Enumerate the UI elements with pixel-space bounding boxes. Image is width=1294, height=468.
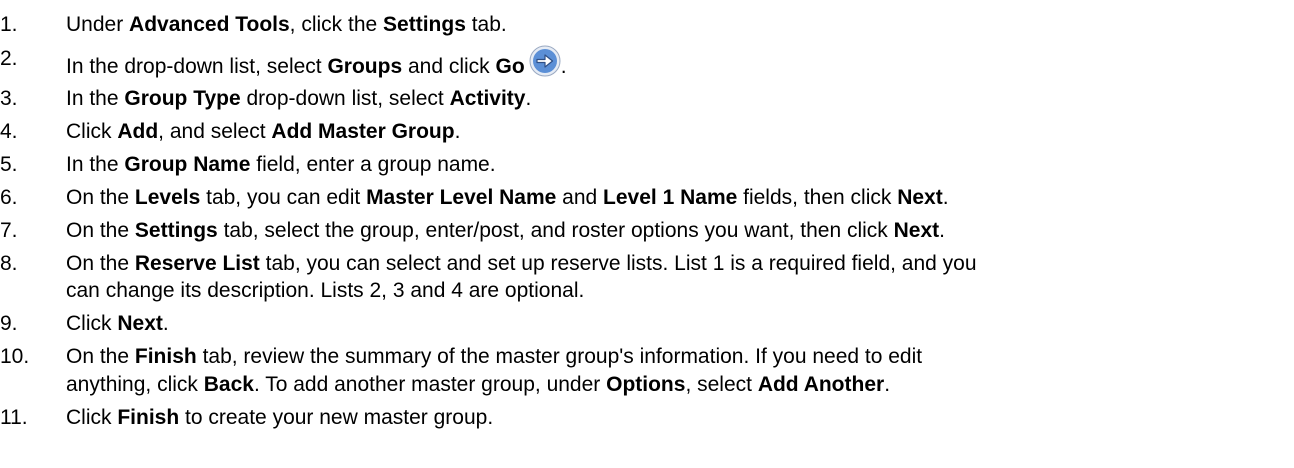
bold-term: Master Level Name	[366, 186, 557, 210]
bold-term: Options	[606, 372, 686, 396]
step-5: 5. In the Group Name field, enter a group…	[0, 151, 1294, 179]
text-run: On the	[66, 186, 135, 210]
text-run: .	[525, 87, 532, 111]
text-run: In the	[66, 153, 125, 177]
bold-term: Next	[117, 312, 163, 336]
bold-term: Groups	[327, 54, 403, 78]
bold-term: Settings	[134, 218, 218, 242]
bold-term: Go	[495, 54, 525, 78]
text-run: and	[556, 186, 604, 210]
text-run: , select	[685, 372, 758, 396]
text-run: tab, review the summary of the master gr…	[196, 345, 923, 369]
text-run: field, enter a group name.	[250, 153, 496, 177]
text-run: tab, select the group, enter/post, and r…	[217, 218, 894, 242]
instruction-steps-list: 1. Under Advanced Tools, click the Settin…	[0, 0, 1294, 431]
text-run: On the	[66, 345, 135, 369]
step-number: 4.	[0, 120, 18, 144]
text-run: On the	[66, 251, 135, 275]
bold-term: Add Another	[757, 372, 885, 396]
text-run: to create your new master group.	[179, 405, 494, 429]
bold-term: Next	[893, 218, 940, 242]
step-number: 3.	[0, 87, 18, 111]
step-10: 10. On the Finish tab, review the summary…	[0, 343, 1294, 398]
step-text: On the Reserve List tab, you can select …	[66, 252, 977, 303]
step-text: Click Next.	[66, 312, 169, 335]
step-number: 7.	[0, 218, 18, 242]
text-run: Click	[66, 120, 118, 144]
bold-term: Group Name	[124, 153, 251, 177]
text-run: fields, then click	[737, 186, 898, 210]
step-text: On the Finish tab, review the summary of…	[66, 345, 922, 396]
text-run: In the	[66, 87, 125, 111]
step-2: 2. In the drop-down list, select Groups a…	[0, 45, 1294, 81]
bold-term: Levels	[134, 186, 201, 210]
text-run: , and select	[158, 120, 272, 144]
step-number: 9.	[0, 312, 18, 336]
step-number: 5.	[0, 153, 18, 177]
text-run: Under	[66, 13, 130, 36]
step-11: 11. Click Finish to create your new maste…	[0, 404, 1294, 432]
text-run: and click	[402, 54, 496, 78]
step-text: In the Group Name field, enter a group n…	[66, 153, 496, 176]
bold-term: Activity	[449, 87, 526, 111]
step-number: 2.	[0, 46, 18, 70]
text-run: can change its description. Lists 2, 3 a…	[66, 279, 585, 303]
step-number: 8.	[0, 251, 18, 275]
text-run: .	[884, 372, 891, 396]
step-6: 6. On the Levels tab, you can edit Master…	[0, 184, 1294, 212]
step-8: 8. On the Reserve List tab, you can selec…	[0, 250, 1294, 305]
text-run: Click	[66, 312, 118, 336]
step-text: On the Levels tab, you can edit Master L…	[66, 186, 949, 209]
bold-term: Level 1 Name	[603, 186, 738, 210]
step-text: In the drop-down list, select Groups and…	[66, 45, 567, 78]
text-run: .	[162, 312, 169, 336]
text-run: On the	[66, 218, 135, 242]
bold-term: Finish	[134, 345, 197, 369]
step-3: 3. In the Group Type drop-down list, sele…	[0, 85, 1294, 113]
bold-term: Advanced Tools	[129, 13, 290, 36]
bold-term: Settings	[383, 13, 466, 36]
step-number: 6.	[0, 186, 18, 210]
bold-term: Group Type	[124, 87, 241, 111]
bold-term: Next	[897, 186, 943, 210]
bold-term: Back	[203, 372, 254, 396]
step-1: 1. Under Advanced Tools, click the Settin…	[0, 11, 1294, 39]
bold-term: Add Master Group	[271, 120, 455, 144]
step-text: Click Add, and select Add Master Group.	[66, 120, 460, 143]
bold-term: Reserve List	[134, 251, 260, 275]
step-text: Under Advanced Tools, click the Settings…	[66, 13, 507, 36]
bold-term: Finish	[117, 405, 180, 429]
step-number: 11.	[0, 405, 28, 429]
step-4: 4. Click Add, and select Add Master Group…	[0, 118, 1294, 146]
text-run: , click the	[289, 13, 384, 36]
step-text: On the Settings tab, select the group, e…	[66, 219, 945, 242]
text-run: .	[560, 54, 567, 78]
text-run: In the drop-down list, select	[66, 54, 328, 78]
text-run: .	[942, 186, 949, 210]
step-number: 1.	[0, 13, 18, 36]
text-run: tab, you can select and set up reserve l…	[259, 251, 977, 275]
step-7: 7. On the Settings tab, select the group,…	[0, 217, 1294, 245]
text-run: .	[939, 218, 945, 242]
text-run: . To add another master group, under	[253, 372, 607, 396]
step-number: 10.	[0, 345, 30, 369]
step-text: In the Group Type drop-down list, select…	[66, 87, 531, 110]
bold-term: Add	[117, 120, 159, 144]
step-9: 9. Click Next.	[0, 310, 1294, 338]
step-text: Click Finish to create your new master g…	[66, 406, 493, 429]
text-run: anything, click	[66, 372, 204, 396]
text-run: drop-down list, select	[240, 87, 450, 111]
text-run: tab, you can edit	[200, 186, 367, 210]
go-arrow-icon	[529, 45, 561, 77]
text-run: .	[454, 120, 461, 144]
text-run: tab.	[465, 13, 507, 36]
text-run: Click	[66, 405, 118, 429]
